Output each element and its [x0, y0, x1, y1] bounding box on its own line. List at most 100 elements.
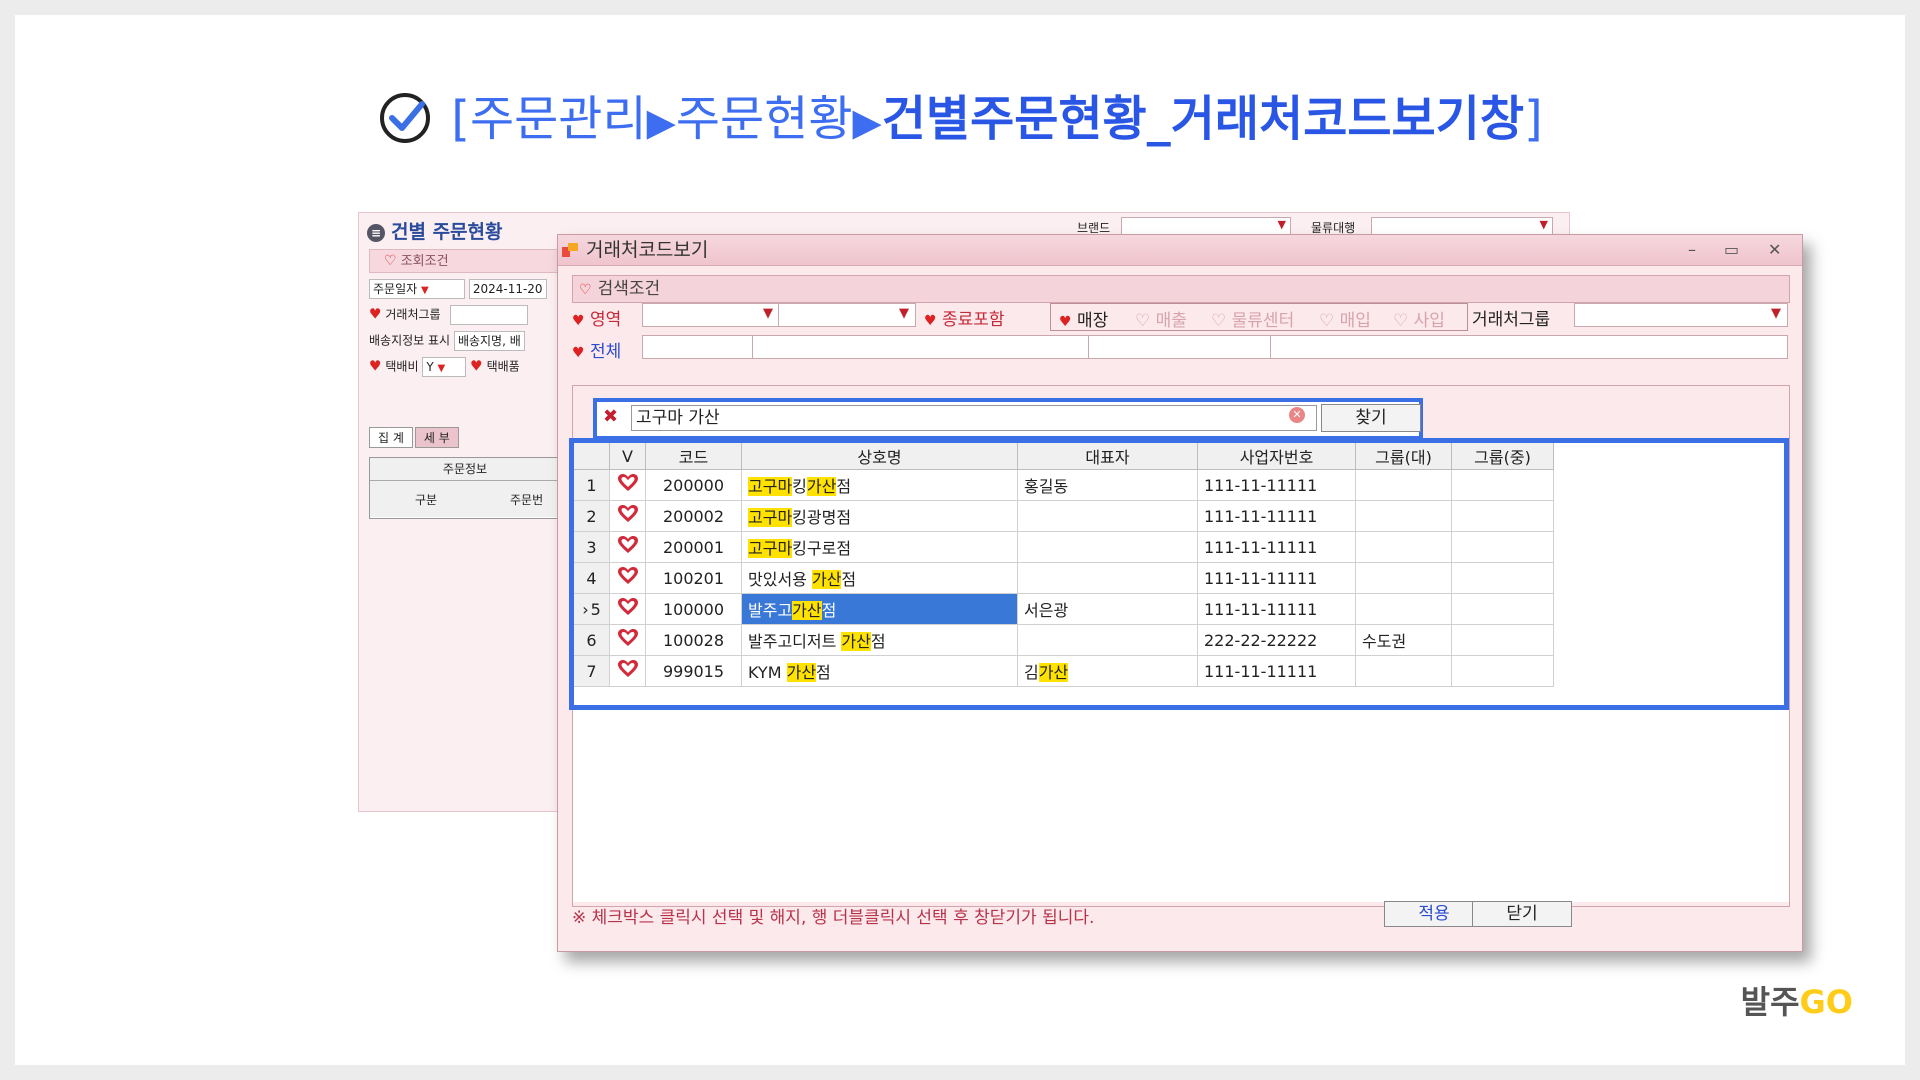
result-area: ✖ 고구마 가산 ✕ 찾기 V 코드 상호명 대표자 사업자번호 그룹(대) 그…	[569, 385, 1790, 907]
row-checkbox[interactable]	[609, 593, 646, 625]
col-check[interactable]: V	[609, 442, 646, 470]
delivery-input[interactable]: 배송지명, 배	[453, 331, 525, 351]
shipping-row: ♥ 택배비 Y ▼ ♥ 택배품	[369, 357, 520, 377]
option-buy-in[interactable]: ♡ 사입	[1393, 306, 1445, 331]
row-checkbox[interactable]	[609, 562, 646, 594]
row-checkbox[interactable]	[609, 531, 646, 563]
cell-biz-number: 111-11-11111	[1197, 500, 1356, 532]
bg-table-group-header: 주문정보	[370, 458, 560, 481]
heart-checkbox-icon[interactable]	[617, 505, 638, 527]
heart-icon: ♥	[369, 306, 382, 323]
col-biz-number[interactable]: 사업자번호	[1197, 442, 1356, 470]
all-input-4[interactable]	[1270, 335, 1788, 359]
heart-checkbox-icon[interactable]	[617, 629, 638, 651]
footer-note: ※ 체크박스 클릭시 선택 및 해지, 행 더블클릭시 선택 후 창닫기가 됩니…	[572, 908, 1095, 928]
clear-input-icon[interactable]: ✕	[1289, 407, 1305, 423]
order-date-input[interactable]: 2024-11-20	[468, 279, 547, 299]
heart-checkbox-icon[interactable]	[617, 474, 638, 496]
heart-icon: ♥	[369, 358, 382, 375]
list-icon: ≡	[367, 223, 385, 242]
col-group-large[interactable]: 그룹(대)	[1355, 442, 1452, 470]
row-number: 4	[573, 562, 610, 594]
table-row[interactable]: 4 100201 맛있서용 가산점 111-11-11111	[573, 562, 1554, 594]
table-row[interactable]: 2 200002 고구마킹광명점 111-11-11111	[573, 500, 1554, 532]
row-number: 1	[573, 469, 610, 501]
col-representative[interactable]: 대표자	[1017, 442, 1198, 470]
option-label: 사입	[1413, 311, 1445, 331]
close-button[interactable]: 닫기	[1472, 901, 1572, 927]
name-text: 킹광명점	[792, 508, 852, 527]
heart-checkbox-icon[interactable]	[617, 536, 638, 558]
option-store[interactable]: ♥ 매장	[1059, 306, 1108, 331]
row-number-text: 2	[586, 506, 597, 526]
table-row[interactable]: 1 200000 고구마킹가산점 홍길동 111-11-11111	[573, 469, 1554, 501]
heart-icon: ♡	[384, 253, 397, 269]
col-code[interactable]: 코드	[645, 442, 742, 470]
row-checkbox[interactable]	[609, 655, 646, 687]
rep-text: 홍길동	[1024, 477, 1069, 496]
shipping-fee-select[interactable]: Y ▼	[422, 357, 467, 377]
cell-code: 200002	[645, 500, 742, 532]
table-row[interactable]: › 5 100000 발주고가산점 서은광 111-11-11111	[573, 593, 1554, 625]
cell-biz-number: 111-11-11111	[1197, 531, 1356, 563]
name-text: 킹	[792, 477, 807, 496]
window-title: 거래처코드보기	[586, 239, 709, 261]
all-input-2[interactable]	[752, 335, 1090, 359]
cell-group-mid	[1451, 562, 1554, 594]
name-text: 점	[821, 601, 837, 620]
clear-x-icon[interactable]: ✖	[603, 406, 618, 427]
cell-representative	[1017, 624, 1198, 656]
area-select-1[interactable]: ▼	[642, 303, 780, 327]
row-number-text: 1	[586, 475, 597, 495]
app-icon	[562, 243, 578, 257]
cell-group-large	[1355, 655, 1452, 687]
heart-checkbox-icon[interactable]	[617, 660, 638, 682]
col-group-mid[interactable]: 그룹(중)	[1451, 442, 1554, 470]
heart-outline-icon: ♡	[1135, 311, 1151, 331]
option-sales[interactable]: ♡ 매출	[1135, 306, 1187, 331]
name-text: 킹구로점	[792, 539, 852, 558]
close-window-button[interactable]: ✕	[1768, 235, 1781, 265]
row-number-text: 6	[586, 630, 597, 650]
row-number-text: 7	[586, 661, 597, 681]
area-select-2[interactable]: ▼	[778, 303, 916, 327]
include-closed-toggle[interactable]: ♥ 종료포함	[924, 305, 1005, 330]
order-date-type[interactable]: 주문일자 ▼	[369, 279, 465, 299]
heart-checkbox-icon[interactable]	[617, 598, 638, 620]
row-checkbox[interactable]	[609, 500, 646, 532]
bg-condition-label: 조회조건	[400, 254, 449, 269]
row-checkbox[interactable]	[609, 624, 646, 656]
all-input-3[interactable]	[1088, 335, 1272, 359]
bg-table: 주문정보 구분 주문번	[369, 457, 561, 519]
find-button[interactable]: 찾기	[1321, 404, 1421, 432]
heart-checkbox-icon[interactable]	[617, 567, 638, 589]
all-label: 전체	[589, 342, 622, 362]
logo-text: 발주	[1740, 983, 1800, 1021]
row-checkbox[interactable]	[609, 469, 646, 501]
client-group-select[interactable]: ▼	[1574, 303, 1788, 327]
table-row[interactable]: 3 200001 고구마킹구로점 111-11-11111	[573, 531, 1554, 563]
apply-button[interactable]: 적용	[1384, 901, 1484, 927]
option-purchase[interactable]: ♡ 매입	[1319, 306, 1371, 331]
row-number-text: 3	[586, 537, 597, 557]
option-logistics[interactable]: ♡ 물류센터	[1211, 306, 1294, 331]
col-type: 구분	[415, 493, 438, 507]
search-input[interactable]: 고구마 가산	[631, 405, 1317, 431]
cell-group-mid	[1451, 500, 1554, 532]
col-name[interactable]: 상호명	[741, 442, 1018, 470]
search-highlight: 가산	[1038, 663, 1069, 682]
table-row[interactable]: 7 999015 KYM 가산점 김가산 111-11-11111	[573, 655, 1554, 687]
cell-group-large	[1355, 469, 1452, 501]
tab-detail[interactable]: 세 부	[414, 427, 459, 448]
minimize-button[interactable]: –	[1688, 235, 1696, 265]
option-label: 매출	[1155, 311, 1187, 331]
heart-icon: ♥	[572, 345, 585, 361]
maximize-button[interactable]: ▭	[1724, 235, 1739, 265]
table-row[interactable]: 6 100028 발주고디저트 가산점 222-22-22222 수도권	[573, 624, 1554, 656]
all-input-1[interactable]	[642, 335, 754, 359]
order-date-row: 주문일자 ▼ 2024-11-20	[369, 279, 547, 299]
cell-biz-number: 222-22-22222	[1197, 624, 1356, 656]
client-group-input[interactable]	[450, 305, 529, 325]
tab-total[interactable]: 집 계	[369, 427, 413, 448]
cell-representative	[1017, 531, 1198, 563]
